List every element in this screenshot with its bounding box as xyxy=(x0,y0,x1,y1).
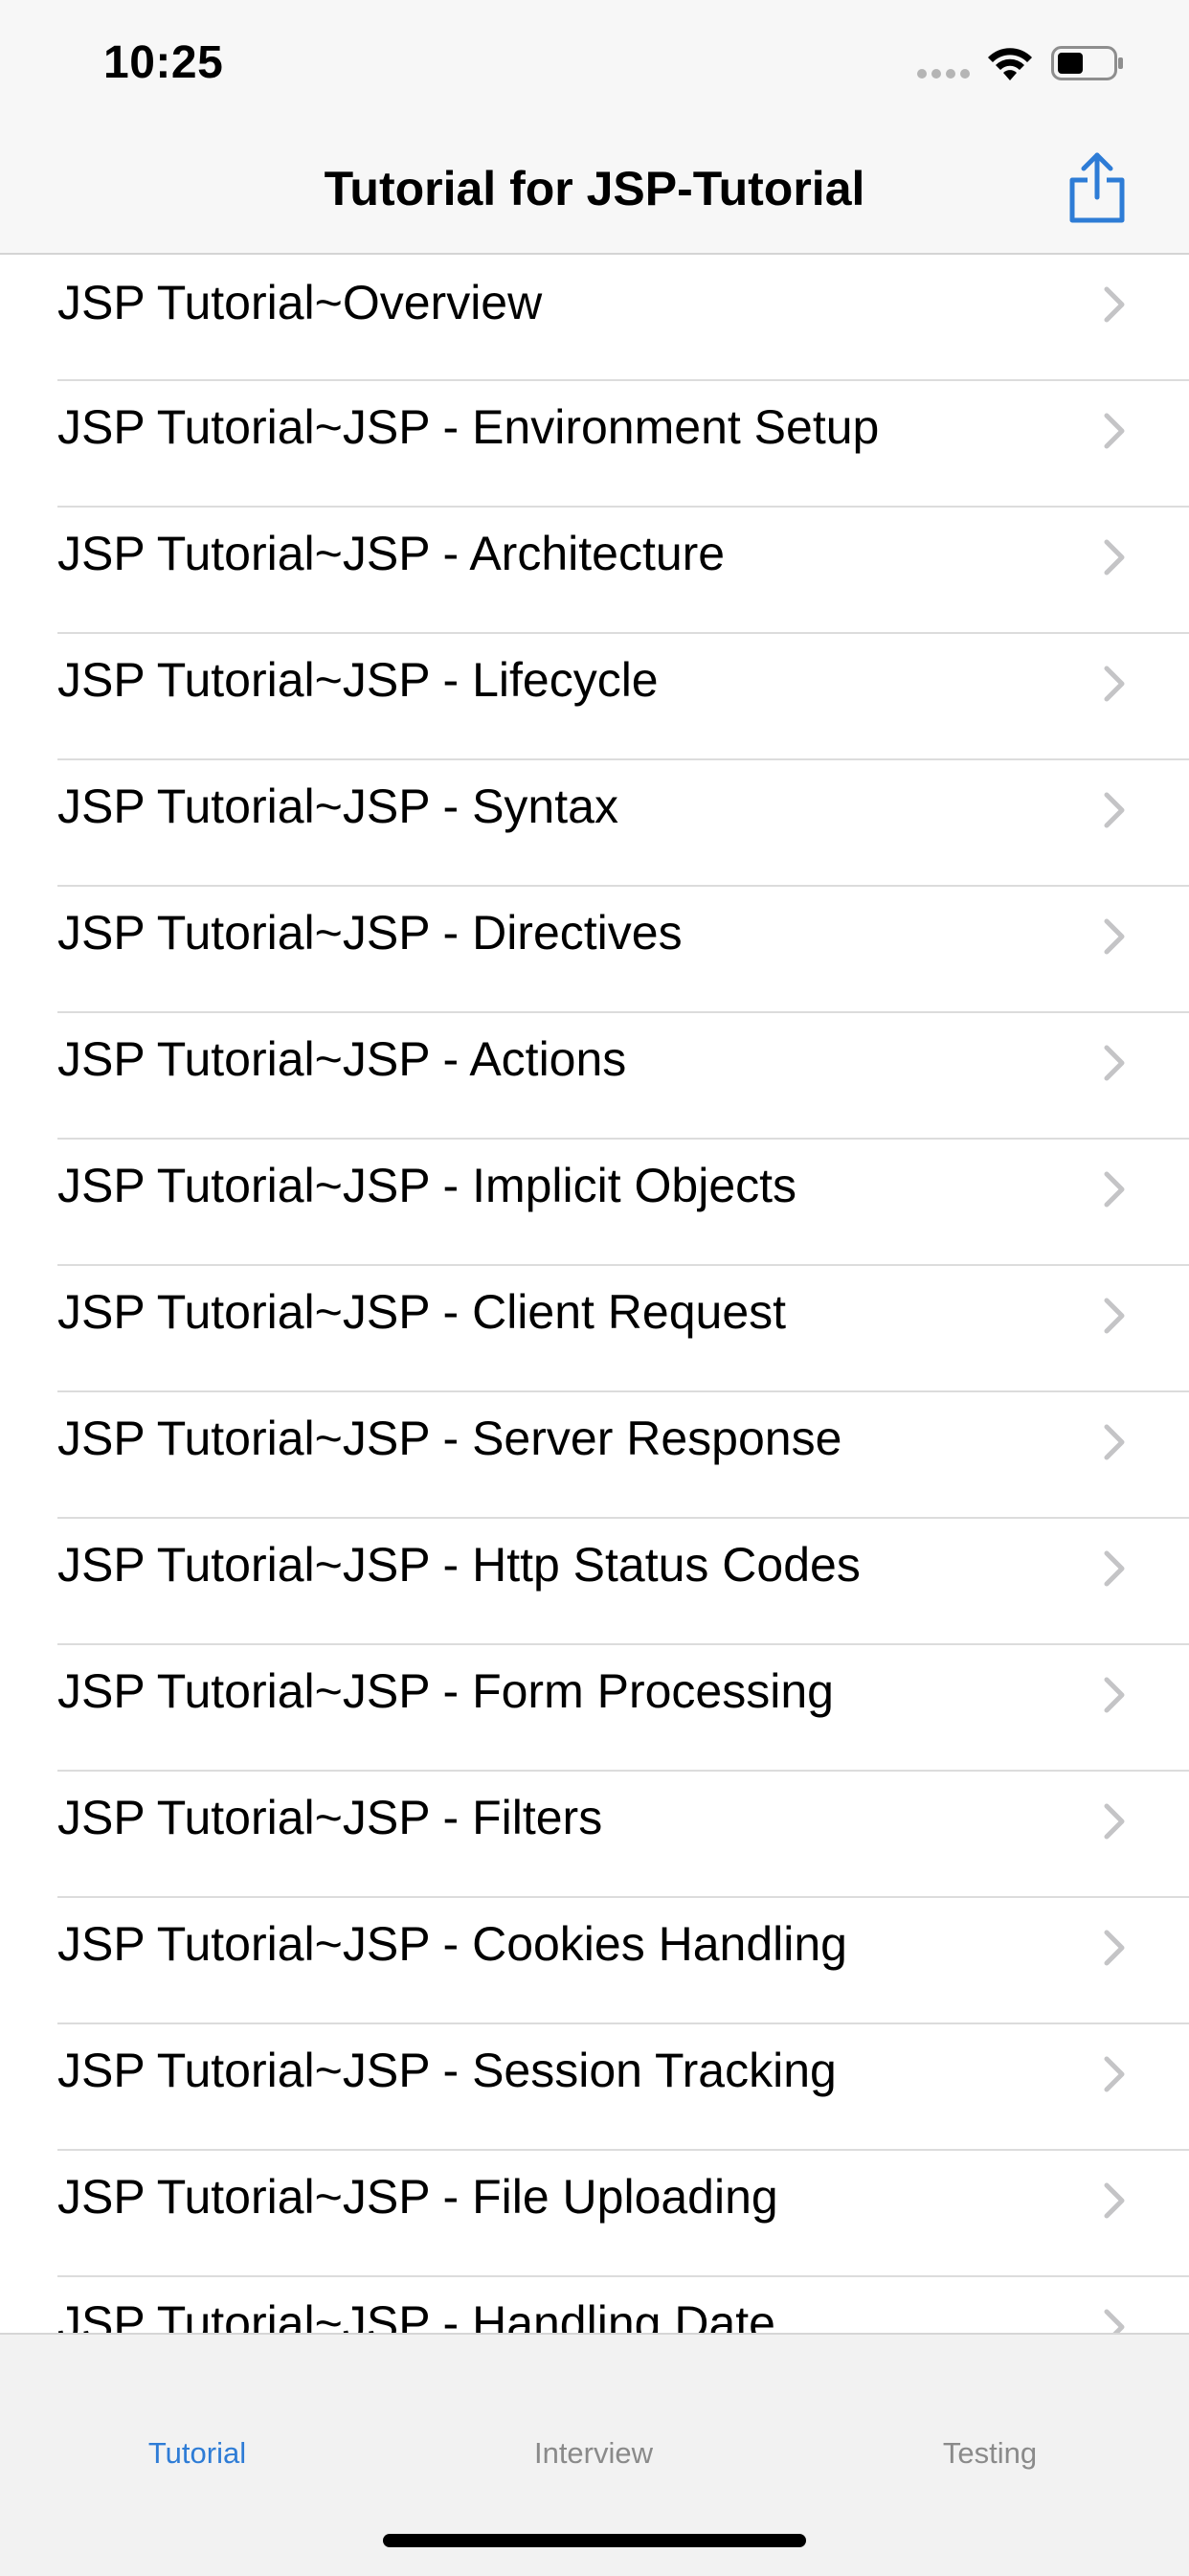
chevron-right-icon xyxy=(1104,2182,1125,2219)
chevron-right-icon xyxy=(1104,1045,1125,1081)
chevron-right-icon xyxy=(1104,2309,1125,2333)
chevron-right-icon xyxy=(1104,918,1125,955)
list-item-label: JSP Tutorial~JSP - File Uploading xyxy=(57,2170,778,2224)
list-item-label: JSP Tutorial~JSP - Actions xyxy=(57,1032,627,1086)
list-item[interactable]: JSP Tutorial~JSP - Architecture xyxy=(0,508,1189,634)
list-item-label: JSP Tutorial~JSP - Environment Setup xyxy=(57,400,880,454)
list-item-label: JSP Tutorial~JSP - Server Response xyxy=(57,1412,842,1465)
chevron-right-icon xyxy=(1104,1171,1125,1208)
list-item-label: JSP Tutorial~JSP - Filters xyxy=(57,1791,603,1844)
list-item-label: JSP Tutorial~JSP - Directives xyxy=(57,906,683,960)
list-item-label: JSP Tutorial~JSP - Client Request xyxy=(57,1285,787,1339)
chevron-right-icon xyxy=(1104,539,1125,576)
list-item[interactable]: JSP Tutorial~JSP - Implicit Objects xyxy=(0,1140,1189,1266)
list-item[interactable]: JSP Tutorial~JSP - Client Request xyxy=(0,1266,1189,1392)
list-item-label: JSP Tutorial~JSP - Form Processing xyxy=(57,1664,834,1718)
chevron-right-icon xyxy=(1104,1930,1125,1966)
list-item-label: JSP Tutorial~JSP - Implicit Objects xyxy=(57,1159,797,1212)
list-item-label: JSP Tutorial~JSP - Handling Date xyxy=(57,2296,775,2333)
chevron-right-icon xyxy=(1104,666,1125,702)
list-item[interactable]: JSP Tutorial~JSP - Http Status Codes xyxy=(0,1519,1189,1645)
list-item[interactable]: JSP Tutorial~JSP - Filters xyxy=(0,1772,1189,1898)
status-time: 10:25 xyxy=(103,37,224,88)
page-title: Tutorial for JSP-Tutorial xyxy=(324,162,865,215)
list-item[interactable]: JSP Tutorial~JSP - Directives xyxy=(0,887,1189,1013)
list-item[interactable]: JSP Tutorial~JSP - Cookies Handling xyxy=(0,1898,1189,2024)
list-item[interactable]: JSP Tutorial~JSP - Syntax xyxy=(0,760,1189,887)
list-item[interactable]: JSP Tutorial~JSP - Lifecycle xyxy=(0,634,1189,760)
chevron-right-icon xyxy=(1104,1677,1125,1713)
chevron-right-icon xyxy=(1104,1550,1125,1587)
list-item-label: JSP Tutorial~JSP - Architecture xyxy=(57,527,726,580)
chevron-right-icon xyxy=(1104,1803,1125,1840)
tutorial-list: JSP Tutorial~Overview JSP Tutorial~JSP - … xyxy=(0,255,1189,2333)
list-item[interactable]: JSP Tutorial~JSP - Server Response xyxy=(0,1392,1189,1519)
chevron-right-icon xyxy=(1104,1298,1125,1334)
list-item-label: JSP Tutorial~JSP - Lifecycle xyxy=(57,653,659,707)
tab-bar: Tutorial Interview Testing xyxy=(0,2333,1189,2576)
share-icon[interactable] xyxy=(1065,149,1130,226)
list-item-label: JSP Tutorial~JSP - Http Status Codes xyxy=(57,1538,861,1592)
list-item[interactable]: JSP Tutorial~JSP - Environment Setup xyxy=(0,381,1189,508)
list-item-label: JSP Tutorial~JSP - Cookies Handling xyxy=(57,1917,847,1971)
chevron-right-icon xyxy=(1104,413,1125,449)
list-item[interactable]: JSP Tutorial~JSP - Form Processing xyxy=(0,1645,1189,1772)
list-item[interactable]: JSP Tutorial~JSP - Handling Date xyxy=(0,2277,1189,2333)
navigation-bar: Tutorial for JSP-Tutorial xyxy=(0,126,1189,255)
list-item-label: JSP Tutorial~JSP - Syntax xyxy=(57,780,618,833)
tab-interview[interactable]: Interview xyxy=(450,2436,737,2471)
status-bar: 10:25 xyxy=(0,0,1189,126)
chevron-right-icon xyxy=(1104,1424,1125,1460)
battery-icon xyxy=(1051,46,1123,80)
tab-testing[interactable]: Testing xyxy=(846,2436,1133,2471)
list-item[interactable]: JSP Tutorial~Overview xyxy=(0,255,1189,381)
chevron-right-icon xyxy=(1104,792,1125,828)
home-indicator xyxy=(383,2534,806,2547)
cellular-signal-icon xyxy=(917,69,971,80)
list-item-label: JSP Tutorial~Overview xyxy=(57,276,543,329)
list-item-label: JSP Tutorial~JSP - Session Tracking xyxy=(57,2044,837,2097)
list-item[interactable]: JSP Tutorial~JSP - File Uploading xyxy=(0,2151,1189,2277)
tab-tutorial[interactable]: Tutorial xyxy=(54,2436,341,2471)
chevron-right-icon xyxy=(1104,2056,1125,2092)
list-item[interactable]: JSP Tutorial~JSP - Session Tracking xyxy=(0,2024,1189,2151)
wifi-icon xyxy=(988,48,1032,80)
chevron-right-icon xyxy=(1104,286,1125,323)
list-item[interactable]: JSP Tutorial~JSP - Actions xyxy=(0,1013,1189,1140)
